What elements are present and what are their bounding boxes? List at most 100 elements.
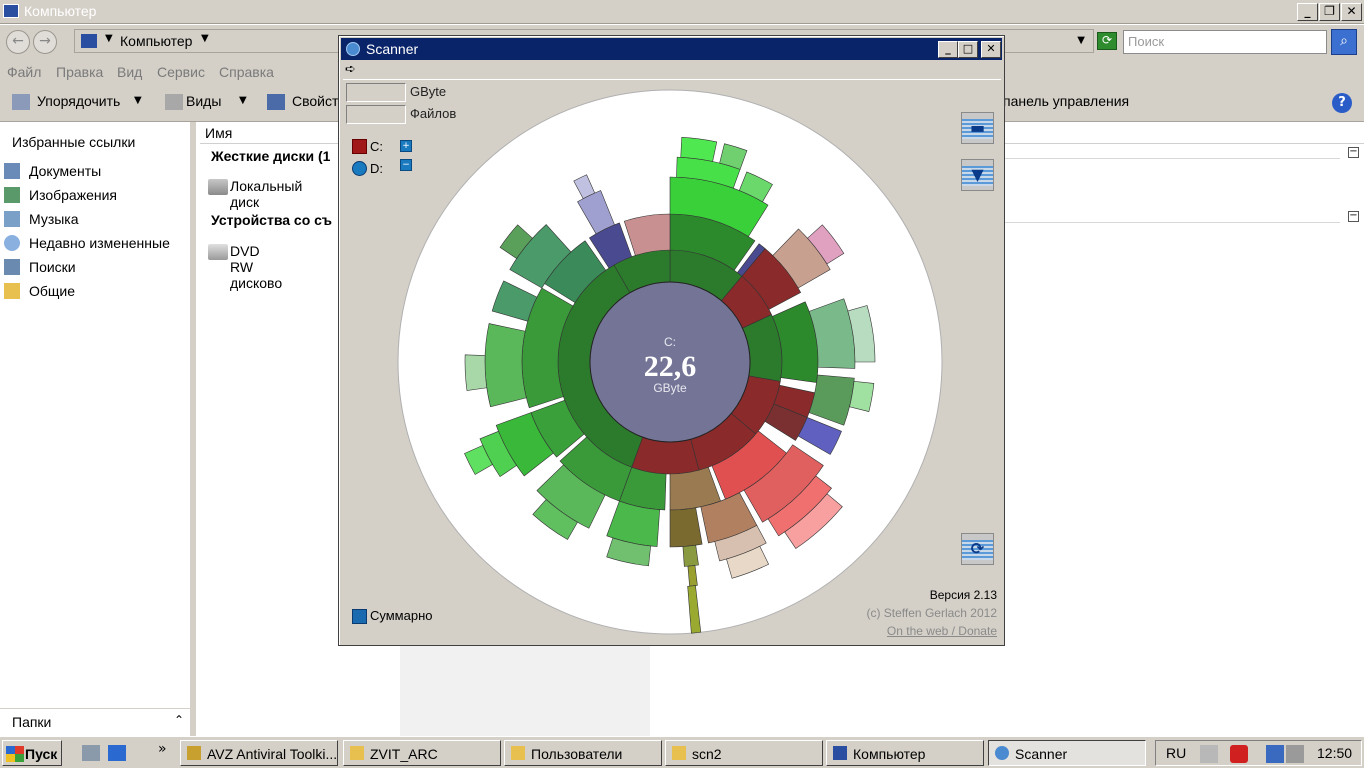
- quicklaunch-desktop-icon[interactable]: [108, 745, 126, 761]
- nav-item-pictures[interactable]: Изображения: [4, 184, 190, 206]
- scanner-app-icon: [346, 42, 360, 56]
- nav-item-documents[interactable]: Документы: [4, 160, 190, 182]
- nav-item-label: Документы: [29, 163, 102, 179]
- nav-item-music[interactable]: Музыка: [4, 208, 190, 230]
- windows-logo-icon: [6, 746, 24, 762]
- hard-disk-icon: [208, 179, 228, 195]
- search-button[interactable]: ⌕: [1331, 29, 1357, 55]
- music-icon: [4, 211, 20, 227]
- taskbar-item-computer[interactable]: Компьютер: [826, 740, 984, 766]
- taskbar-item-scanner[interactable]: Scanner: [988, 740, 1146, 766]
- web-donate-link[interactable]: On the web / Donate: [866, 622, 997, 640]
- group-hard-disks[interactable]: Жесткие диски (1: [211, 148, 330, 164]
- properties-button[interactable]: Свойст: [292, 93, 338, 109]
- sunburst-segment[interactable]: [484, 323, 527, 408]
- address-text: Компьютер: [120, 33, 193, 49]
- nav-item-recent[interactable]: Недавно измененные: [4, 232, 190, 254]
- control-panel-button[interactable]: панель управления: [1003, 93, 1129, 109]
- organize-dropdown-icon[interactable]: ▼: [134, 95, 142, 106]
- views-button[interactable]: Виды: [186, 93, 221, 109]
- quicklaunch-printer-icon[interactable]: [82, 745, 100, 761]
- taskbar-item-zvit-arc[interactable]: ZVIT_ARC: [343, 740, 501, 766]
- menu-tools[interactable]: Сервис: [157, 64, 205, 80]
- collapse-group-icon[interactable]: −: [1348, 211, 1359, 222]
- chevron-up-icon[interactable]: ⌃: [174, 713, 184, 727]
- refresh-button[interactable]: ⟳: [1097, 32, 1117, 50]
- explorer-title-bar: Компьютер _ ❐ ✕: [0, 0, 1364, 24]
- drive-d-icon: [352, 161, 367, 176]
- taskbar-item-label: ZVIT_ARC: [370, 746, 438, 762]
- recycle-bin-button[interactable]: ▼: [961, 159, 994, 191]
- help-button[interactable]: ?: [1332, 93, 1352, 113]
- version-label: Версия 2.13: [929, 588, 997, 602]
- taskbar-item-label: Компьютер: [853, 746, 926, 762]
- recent-icon: [4, 235, 20, 251]
- address-history-icon[interactable]: ▼: [1077, 35, 1085, 46]
- network-icon[interactable]: [1266, 745, 1284, 763]
- dvd-drive-icon: [208, 244, 228, 260]
- sunburst-segment[interactable]: [464, 354, 488, 391]
- collapse-group-icon[interactable]: −: [1348, 147, 1359, 158]
- menu-help[interactable]: Справка: [219, 64, 274, 80]
- antivirus-icon[interactable]: [1230, 745, 1248, 763]
- center-drive-label: C:: [664, 335, 676, 349]
- sunburst-segment[interactable]: [631, 436, 700, 475]
- language-indicator[interactable]: RU: [1166, 745, 1186, 761]
- organize-button[interactable]: Упорядочить: [37, 93, 120, 109]
- minimize-button[interactable]: _: [1297, 3, 1318, 21]
- breadcrumb-arrow-icon[interactable]: ▼: [105, 33, 113, 44]
- quicklaunch-chevron[interactable]: »: [158, 741, 167, 757]
- favorites-header: Избранные ссылки: [12, 134, 136, 150]
- column-header-label: Имя: [205, 125, 233, 141]
- scanner-close-button[interactable]: ✕: [981, 41, 1001, 58]
- nav-item-searches[interactable]: Поиски: [4, 256, 190, 278]
- start-button[interactable]: Пуск: [2, 740, 62, 766]
- folder-icon: ▬: [969, 118, 986, 137]
- scanner-app-icon: [995, 746, 1009, 760]
- documents-icon: [4, 163, 20, 179]
- scanner-back-arrow-icon[interactable]: ➪: [345, 62, 356, 77]
- search-input[interactable]: Поиск: [1123, 30, 1327, 54]
- restore-button[interactable]: ❐: [1319, 3, 1340, 21]
- explorer-title: Компьютер: [24, 3, 97, 19]
- scanner-minimize-button[interactable]: _: [938, 41, 958, 58]
- views-icon: [165, 94, 183, 110]
- menu-view[interactable]: Вид: [117, 64, 142, 80]
- close-button[interactable]: ✕: [1341, 3, 1362, 21]
- searches-icon: [4, 259, 20, 275]
- avz-icon: [187, 746, 201, 760]
- scanner-window: Scanner _ □ ✕ ➪ GByte Файлов C: + D: − C…: [338, 35, 1005, 646]
- open-explorer-button[interactable]: ▬: [961, 112, 994, 144]
- pictures-icon: [4, 187, 20, 203]
- taskbar-item-scn2[interactable]: scn2: [665, 740, 823, 766]
- taskbar-item-label: AVZ Antiviral Toolki...: [207, 746, 338, 762]
- taskbar-item-users[interactable]: Пользователи: [504, 740, 662, 766]
- nav-item-public[interactable]: Общие: [4, 280, 190, 302]
- group-removable[interactable]: Устройства со съ: [211, 212, 332, 228]
- organize-icon: [12, 94, 30, 110]
- properties-icon: [267, 94, 285, 110]
- scanner-maximize-button[interactable]: □: [958, 41, 978, 58]
- taskbar-item-avz[interactable]: AVZ Antiviral Toolki...: [180, 740, 338, 766]
- keyboard-icon[interactable]: [1200, 745, 1218, 763]
- scanner-title-bar: Scanner _ □ ✕: [341, 38, 1002, 60]
- taskbar-item-label: Scanner: [1015, 746, 1068, 762]
- volume-muted-icon[interactable]: [1286, 745, 1304, 763]
- sunburst-chart[interactable]: C: 22,6 GByte: [397, 89, 943, 635]
- back-button[interactable]: ←: [6, 30, 30, 54]
- breadcrumb-dropdown-icon[interactable]: ▼: [201, 33, 209, 44]
- menu-edit[interactable]: Правка: [56, 64, 103, 80]
- version-info: Версия 2.13 (c) Steffen Gerlach 2012 On …: [866, 586, 997, 640]
- sunburst-segment[interactable]: [849, 381, 875, 412]
- rescan-button[interactable]: ⟳: [961, 533, 994, 565]
- start-label: Пуск: [25, 746, 58, 762]
- forward-button[interactable]: →: [33, 30, 57, 54]
- list-item-label: DVD RW дисково: [230, 243, 283, 291]
- views-dropdown-icon[interactable]: ▼: [239, 95, 247, 106]
- desktop: Компьютер _ ❐ ✕ ← → ▼ Компьютер ▼ ▼ ⟳ По…: [0, 0, 1364, 768]
- sunburst-segment[interactable]: [680, 136, 718, 162]
- computer-icon: [833, 746, 847, 760]
- menu-file[interactable]: Файл: [7, 64, 41, 80]
- folders-bar[interactable]: Папки ⌃: [0, 708, 190, 736]
- sunburst-segment[interactable]: [682, 544, 699, 567]
